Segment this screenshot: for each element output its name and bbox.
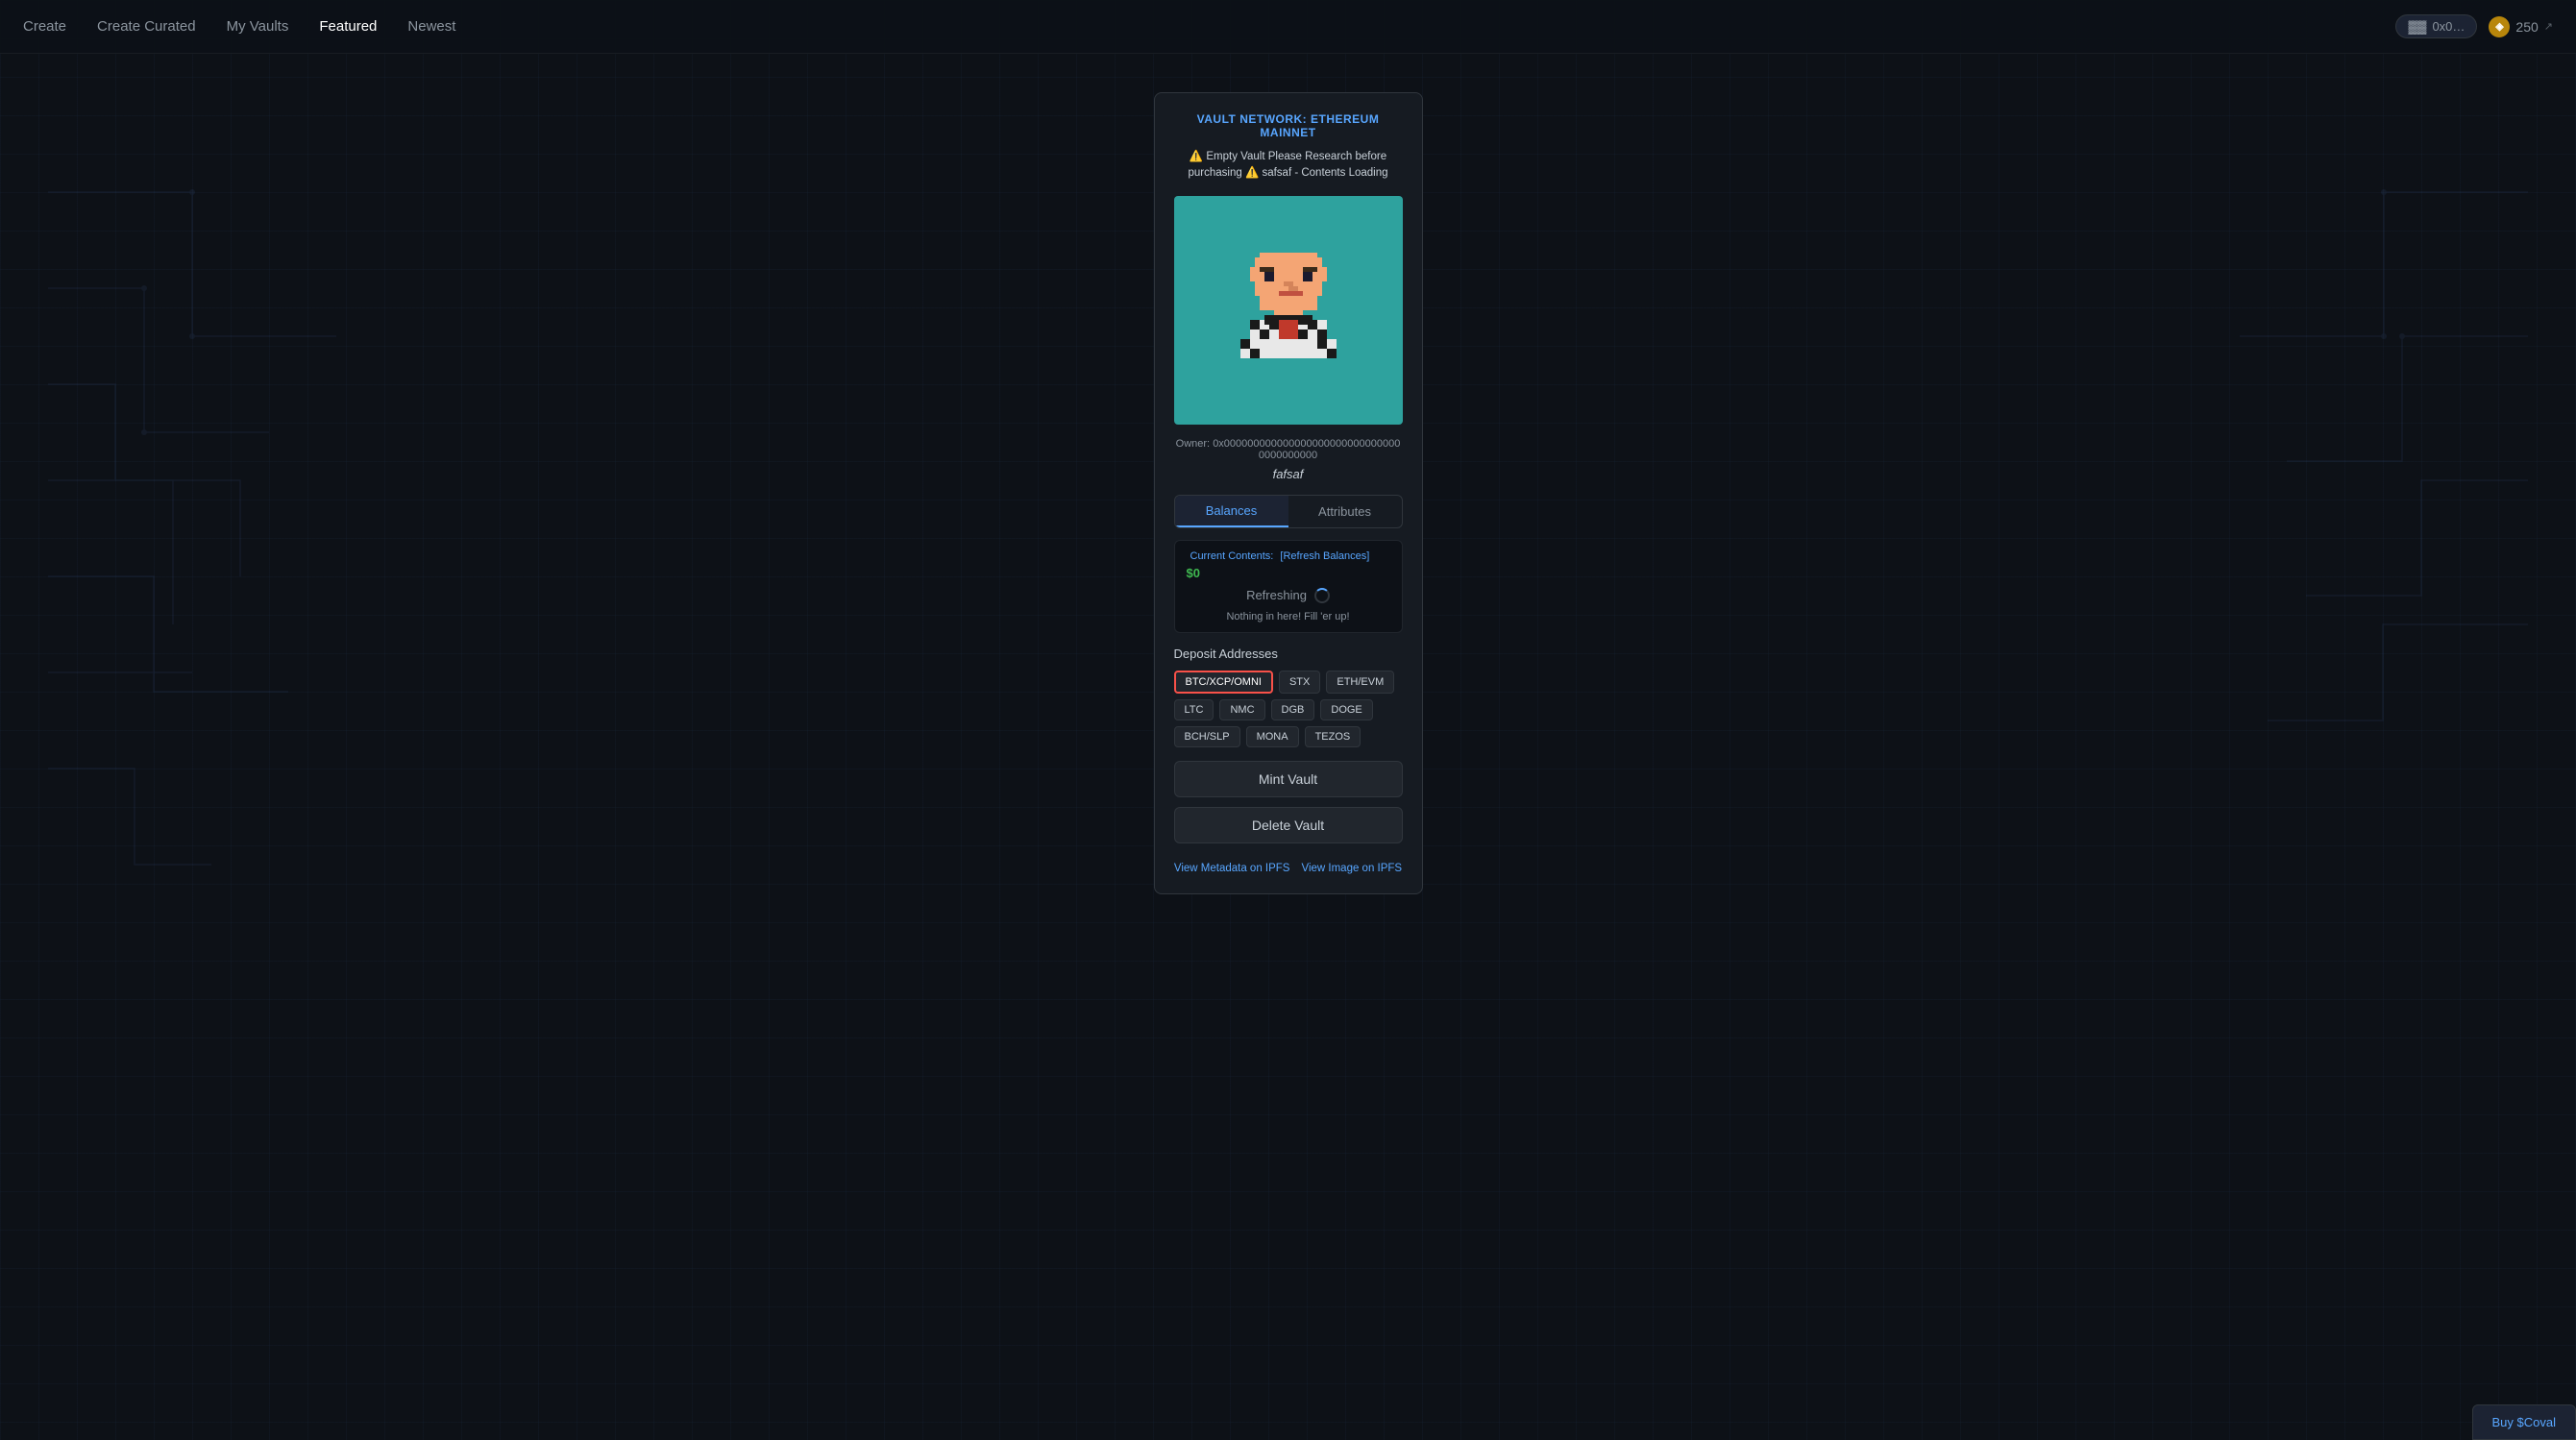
ipfs-image-link[interactable]: View Image on IPFS [1301, 863, 1402, 874]
main-content: VAULT NETWORK: ETHEREUM MAINNET ⚠️ Empty… [0, 54, 2576, 971]
balance-value: $0 [1187, 566, 1390, 580]
ipfs-metadata-link[interactable]: View Metadata on IPFS [1174, 863, 1290, 874]
vault-network-label: VAULT NETWORK: ETHEREUM MAINNET [1174, 112, 1403, 139]
nav-create[interactable]: Create [23, 14, 66, 38]
mint-vault-button[interactable]: Mint Vault [1174, 761, 1403, 797]
deposit-btn-doge[interactable]: DOGE [1320, 699, 1372, 720]
empty-vault-message: Nothing in here! Fill 'er up! [1187, 611, 1390, 622]
wallet-pill[interactable]: ▓▓ 0x0… [2395, 14, 2477, 38]
nav-newest[interactable]: Newest [407, 14, 455, 38]
coval-balance-display[interactable]: ◈ 250 ↗ [2489, 16, 2553, 37]
coval-icon: ◈ [2489, 16, 2510, 37]
refreshing-row: Refreshing [1187, 588, 1390, 603]
owner-label: Owner: [1176, 438, 1210, 450]
deposit-btn-tezos[interactable]: TEZOS [1305, 726, 1362, 747]
loading-spinner [1314, 588, 1330, 603]
owner-address: 0x00000000000000000000000000000000000000… [1213, 438, 1400, 461]
nav-featured[interactable]: Featured [319, 14, 377, 38]
tab-balances[interactable]: Balances [1175, 496, 1288, 527]
refresh-balances-link[interactable]: [Refresh Balances] [1280, 550, 1369, 562]
vault-image-container [1174, 196, 1403, 425]
deposit-btn-nmc[interactable]: NMC [1219, 699, 1264, 720]
deposit-btn-bch-slp[interactable]: BCH/SLP [1174, 726, 1240, 747]
deposit-btn-stx[interactable]: STX [1279, 671, 1320, 694]
current-contents-label: Current Contents: [Refresh Balances] [1187, 550, 1390, 562]
tabs-container: Balances Attributes [1174, 495, 1403, 528]
vault-nft-image [1212, 233, 1365, 387]
nav-my-vaults[interactable]: My Vaults [227, 14, 289, 38]
deposit-btn-btc-xcp-omni[interactable]: BTC/XCP/OMNI [1174, 671, 1273, 694]
wallet-address: 0x0… [2432, 19, 2465, 34]
top-nav: Create Create Curated My Vaults Featured… [0, 0, 2576, 54]
vault-name: fafsaf [1174, 467, 1403, 481]
deposit-btn-mona[interactable]: MONA [1246, 726, 1299, 747]
tab-attributes[interactable]: Attributes [1288, 496, 1402, 527]
external-link-icon: ↗ [2544, 20, 2553, 33]
deposit-btn-dgb[interactable]: DGB [1271, 699, 1315, 720]
vault-warning: ⚠️ Empty Vault Please Research before pu… [1174, 149, 1403, 183]
deposit-btn-eth-evm[interactable]: ETH/EVM [1326, 671, 1394, 694]
buy-coval-button[interactable]: Buy $Coval [2472, 1404, 2576, 1440]
wallet-icon: ▓▓ [2408, 19, 2426, 34]
vault-card: VAULT NETWORK: ETHEREUM MAINNET ⚠️ Empty… [1154, 92, 1423, 894]
delete-vault-button[interactable]: Delete Vault [1174, 807, 1403, 843]
vault-footer-links: View Metadata on IPFS View Image on IPFS [1174, 863, 1403, 874]
deposit-btn-ltc[interactable]: LTC [1174, 699, 1214, 720]
vault-owner: Owner: 0x0000000000000000000000000000000… [1174, 438, 1403, 461]
nav-right: ▓▓ 0x0… ◈ 250 ↗ [2395, 14, 2553, 38]
nav-create-curated[interactable]: Create Curated [97, 14, 196, 38]
refreshing-label: Refreshing [1246, 588, 1307, 602]
coval-amount: 250 [2515, 19, 2538, 35]
balances-panel: Current Contents: [Refresh Balances] $0 … [1174, 540, 1403, 633]
deposit-addresses-label: Deposit Addresses [1174, 647, 1403, 661]
deposit-buttons-grid: BTC/XCP/OMNI STX ETH/EVM LTC NMC DGB DOG… [1174, 671, 1403, 747]
